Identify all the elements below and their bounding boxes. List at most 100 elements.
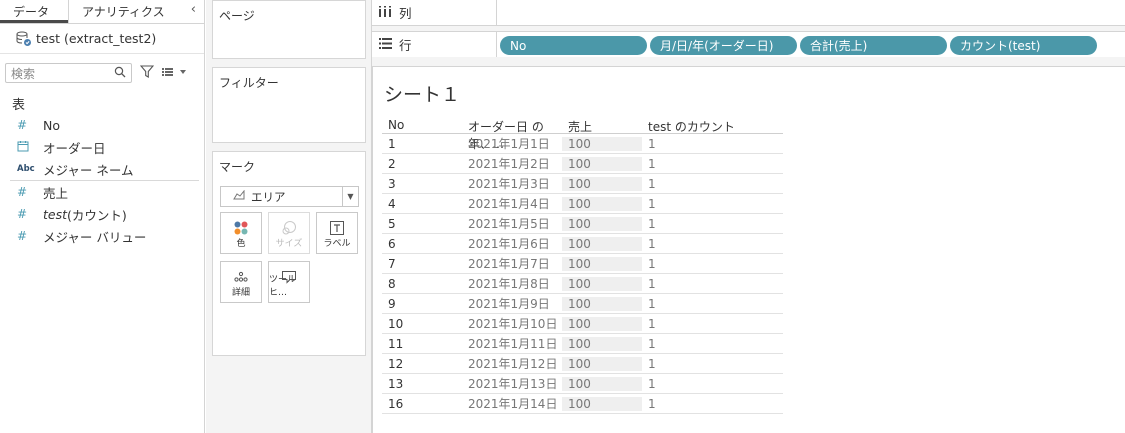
- cell-no[interactable]: 16: [382, 397, 462, 411]
- cell-sales[interactable]: 100: [562, 396, 642, 411]
- color-button[interactable]: 色: [220, 212, 262, 254]
- pill-order-date[interactable]: 月/日/年(オーダー日): [650, 36, 797, 55]
- cell-test-count[interactable]: 1: [642, 397, 783, 411]
- cell-sales[interactable]: 100: [562, 376, 642, 391]
- header-order-date[interactable]: オーダー日 の年、…: [462, 118, 562, 151]
- filters-card[interactable]: フィルター: [212, 67, 366, 143]
- view-options-icon[interactable]: [162, 66, 188, 81]
- cell-sales[interactable]: 100: [562, 316, 642, 331]
- cell-sales[interactable]: 100: [562, 236, 642, 251]
- cell-order-date[interactable]: 2021年1月10日: [462, 315, 562, 332]
- table-row[interactable]: 11 2021年1月11日 100 1: [382, 334, 783, 354]
- cell-no[interactable]: 2: [382, 157, 462, 171]
- header-test-count[interactable]: test のカウント: [642, 118, 783, 134]
- tab-analytics[interactable]: アナリティクス: [68, 0, 188, 23]
- cell-sales[interactable]: 100: [562, 296, 642, 311]
- cell-no[interactable]: 5: [382, 217, 462, 231]
- cell-no[interactable]: 6: [382, 237, 462, 251]
- size-button[interactable]: サイズ: [268, 212, 310, 254]
- cell-test-count[interactable]: 1: [642, 337, 783, 351]
- pill-no[interactable]: No: [500, 36, 647, 55]
- table-row[interactable]: 4 2021年1月4日 100 1: [382, 194, 783, 214]
- cell-no[interactable]: 3: [382, 177, 462, 191]
- field-sales[interactable]: # 売上: [0, 181, 204, 203]
- table-row[interactable]: 13 2021年1月13日 100 1: [382, 374, 783, 394]
- cell-order-date[interactable]: 2021年1月4日: [462, 195, 562, 212]
- cell-test-count[interactable]: 1: [642, 277, 783, 291]
- cell-no[interactable]: 13: [382, 377, 462, 391]
- cell-test-count[interactable]: 1: [642, 157, 783, 171]
- table-row[interactable]: 8 2021年1月8日 100 1: [382, 274, 783, 294]
- datasource-item[interactable]: test (extract_test2): [0, 24, 204, 54]
- cell-order-date[interactable]: 2021年1月8日: [462, 275, 562, 292]
- rows-shelf[interactable]: 行 No 月/日/年(オーダー日) 合計(売上) カウント(test): [372, 32, 1125, 58]
- cell-no[interactable]: 10: [382, 317, 462, 331]
- cell-sales[interactable]: 100: [562, 356, 642, 371]
- mark-type-select[interactable]: エリア ▼: [220, 186, 359, 207]
- cell-sales[interactable]: 100: [562, 136, 642, 151]
- header-sales[interactable]: 売上: [562, 118, 642, 134]
- label-button[interactable]: ラベル: [316, 212, 358, 254]
- filter-icon[interactable]: [139, 65, 155, 81]
- cell-order-date[interactable]: 2021年1月9日: [462, 295, 562, 312]
- table-row[interactable]: 1 2021年1月1日 100 1: [382, 134, 783, 154]
- pill-count-test[interactable]: カウント(test): [950, 36, 1097, 55]
- cell-no[interactable]: 11: [382, 337, 462, 351]
- cell-order-date[interactable]: 2021年1月13日: [462, 375, 562, 392]
- cell-order-date[interactable]: 2021年1月6日: [462, 235, 562, 252]
- cell-sales[interactable]: 100: [562, 256, 642, 271]
- cell-sales[interactable]: 100: [562, 336, 642, 351]
- table-row[interactable]: 10 2021年1月10日 100 1: [382, 314, 783, 334]
- cell-test-count[interactable]: 1: [642, 177, 783, 191]
- cell-test-count[interactable]: 1: [642, 317, 783, 331]
- cell-no[interactable]: 12: [382, 357, 462, 371]
- table-row[interactable]: 12 2021年1月12日 100 1: [382, 354, 783, 374]
- cell-order-date[interactable]: 2021年1月2日: [462, 155, 562, 172]
- chevron-down-icon[interactable]: ▼: [342, 187, 358, 206]
- cell-sales[interactable]: 100: [562, 176, 642, 191]
- cell-no[interactable]: 8: [382, 277, 462, 291]
- field-no[interactable]: # No: [0, 114, 204, 136]
- table-row[interactable]: 6 2021年1月6日 100 1: [382, 234, 783, 254]
- tooltip-button[interactable]: ツールヒ…: [268, 261, 310, 303]
- pages-card[interactable]: ページ: [212, 0, 366, 59]
- cell-no[interactable]: 9: [382, 297, 462, 311]
- pill-sum-sales[interactable]: 合計(売上): [800, 36, 947, 55]
- table-row[interactable]: 16 2021年1月14日 100 1: [382, 394, 783, 414]
- cell-order-date[interactable]: 2021年1月14日: [462, 395, 562, 412]
- cell-no[interactable]: 7: [382, 257, 462, 271]
- cell-sales[interactable]: 100: [562, 276, 642, 291]
- table-row[interactable]: 7 2021年1月7日 100 1: [382, 254, 783, 274]
- cell-test-count[interactable]: 1: [642, 217, 783, 231]
- cell-order-date[interactable]: 2021年1月7日: [462, 255, 562, 272]
- cell-order-date[interactable]: 2021年1月1日: [462, 135, 562, 152]
- cell-test-count[interactable]: 1: [642, 137, 783, 151]
- cell-order-date[interactable]: 2021年1月11日: [462, 335, 562, 352]
- cell-no[interactable]: 4: [382, 197, 462, 211]
- cell-test-count[interactable]: 1: [642, 197, 783, 211]
- collapse-pane-icon[interactable]: ‹: [191, 2, 196, 17]
- table-row[interactable]: 9 2021年1月9日 100 1: [382, 294, 783, 314]
- cell-test-count[interactable]: 1: [642, 377, 783, 391]
- cell-sales[interactable]: 100: [562, 216, 642, 231]
- cell-test-count[interactable]: 1: [642, 257, 783, 271]
- table-row[interactable]: 3 2021年1月3日 100 1: [382, 174, 783, 194]
- field-measure-values[interactable]: # メジャー バリュー: [0, 225, 204, 247]
- field-test-count[interactable]: # test (カウント): [0, 203, 204, 225]
- header-no[interactable]: No: [382, 118, 462, 133]
- search-input[interactable]: 検索: [5, 63, 132, 83]
- table-row[interactable]: 2 2021年1月2日 100 1: [382, 154, 783, 174]
- cell-order-date[interactable]: 2021年1月12日: [462, 355, 562, 372]
- table-row[interactable]: 5 2021年1月5日 100 1: [382, 214, 783, 234]
- field-measure-names[interactable]: Abc メジャー ネーム: [0, 158, 204, 180]
- tab-data[interactable]: データ: [0, 0, 68, 23]
- cell-test-count[interactable]: 1: [642, 237, 783, 251]
- cell-no[interactable]: 1: [382, 137, 462, 151]
- cell-sales[interactable]: 100: [562, 156, 642, 171]
- cell-order-date[interactable]: 2021年1月3日: [462, 175, 562, 192]
- cell-sales[interactable]: 100: [562, 196, 642, 211]
- cell-test-count[interactable]: 1: [642, 297, 783, 311]
- columns-shelf[interactable]: 列: [372, 0, 1125, 26]
- cell-order-date[interactable]: 2021年1月5日: [462, 215, 562, 232]
- detail-button[interactable]: 詳細: [220, 261, 262, 303]
